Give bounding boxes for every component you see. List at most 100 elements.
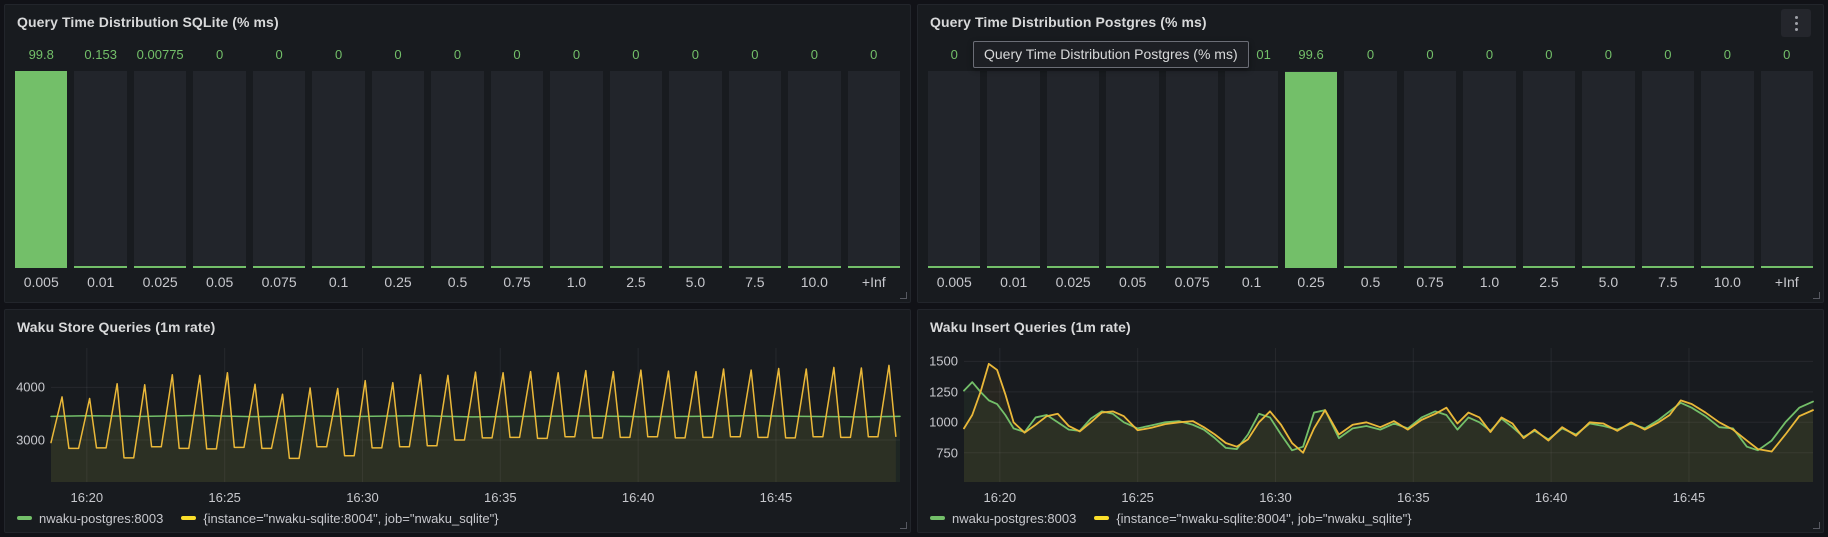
bar-fill <box>253 266 305 268</box>
bar-fill <box>1701 266 1753 268</box>
bar-track[interactable] <box>1225 71 1277 268</box>
bar-x-label: 7.5 <box>729 268 781 292</box>
bar-track[interactable] <box>253 71 305 268</box>
insert-plot-area[interactable] <box>964 348 1813 482</box>
bar-track[interactable] <box>491 71 543 268</box>
bar-x-label: 5.0 <box>669 268 721 292</box>
bar-x-label: +Inf <box>848 268 900 292</box>
bar-x-label: 0.05 <box>1106 268 1158 292</box>
bar-track[interactable] <box>1463 71 1515 268</box>
panel-header: Query Time Distribution Postgres (% ms) <box>918 5 1823 39</box>
legend-item[interactable]: {instance="nwaku-sqlite:8004", job="nwak… <box>181 511 498 526</box>
bar-track[interactable] <box>1106 71 1158 268</box>
insert-timeseries-chart: 16:2016:2516:3016:3516:4016:45 nwaku-pos… <box>918 344 1823 532</box>
bar-track[interactable] <box>550 71 602 268</box>
panel-resize-handle[interactable] <box>1813 522 1820 529</box>
histogram-column: 00.05 <box>193 47 245 292</box>
bar-track[interactable] <box>1523 71 1575 268</box>
histogram-column: 00.5 <box>431 47 483 292</box>
bar-track[interactable] <box>848 71 900 268</box>
bar-x-label: 0.5 <box>431 268 483 292</box>
bar-value-label: 0 <box>1404 47 1456 67</box>
panel-menu-button[interactable] <box>1781 9 1811 37</box>
bar-fill <box>1106 266 1158 268</box>
bar-track[interactable] <box>1047 71 1099 268</box>
bar-fill <box>987 266 1039 268</box>
kebab-menu-icon <box>1795 16 1798 31</box>
bar-track[interactable] <box>1285 71 1337 268</box>
bar-x-label: 7.5 <box>1642 268 1694 292</box>
panel-title-insert[interactable]: Waku Insert Queries (1m rate) <box>930 319 1131 335</box>
bar-track[interactable] <box>134 71 186 268</box>
bar-fill <box>1404 266 1456 268</box>
panel-resize-handle[interactable] <box>900 522 907 529</box>
bar-track[interactable] <box>788 71 840 268</box>
bar-fill <box>550 266 602 268</box>
bar-fill <box>729 266 781 268</box>
bar-value-label: 0 <box>550 47 602 67</box>
bar-value-label: 0 <box>1344 47 1396 67</box>
panel-title-sqlite[interactable]: Query Time Distribution SQLite (% ms) <box>17 14 279 30</box>
panel-resize-handle[interactable] <box>900 292 907 299</box>
bar-track[interactable] <box>1761 71 1813 268</box>
bar-track[interactable] <box>312 71 364 268</box>
bar-x-label: +Inf <box>1761 268 1813 292</box>
store-plot-area[interactable] <box>51 348 900 482</box>
store-timeseries-chart: 16:2016:2516:3016:3516:4016:45 nwaku-pos… <box>5 344 910 532</box>
bar-fill <box>928 266 980 268</box>
x-axis-label: 16:25 <box>1121 490 1154 505</box>
y-axis-label: 1250 <box>929 384 958 399</box>
bar-track[interactable] <box>15 71 67 268</box>
bar-track[interactable] <box>372 71 424 268</box>
legend-item[interactable]: {instance="nwaku-sqlite:8004", job="nwak… <box>1094 511 1411 526</box>
bar-track[interactable] <box>669 71 721 268</box>
legend-series-dash-icon <box>17 516 32 520</box>
bar-track[interactable] <box>1701 71 1753 268</box>
histogram-column: 00.075 <box>253 47 305 292</box>
bar-fill <box>312 266 364 268</box>
bar-track[interactable] <box>729 71 781 268</box>
x-axis-label: 16:30 <box>1259 490 1292 505</box>
bar-x-label: 0.025 <box>1047 268 1099 292</box>
x-axis-label: 16:45 <box>760 490 793 505</box>
bar-track[interactable] <box>1404 71 1456 268</box>
panel-header: Waku Insert Queries (1m rate) <box>918 310 1823 344</box>
bar-track[interactable] <box>1582 71 1634 268</box>
panel-title-postgres[interactable]: Query Time Distribution Postgres (% ms) <box>930 14 1207 30</box>
bar-x-label: 0.075 <box>1166 268 1218 292</box>
bar-track[interactable] <box>193 71 245 268</box>
bar-track[interactable] <box>1166 71 1218 268</box>
histogram-column: 00.25 <box>372 47 424 292</box>
bar-value-label: 0 <box>669 47 721 67</box>
bar-fill <box>1047 266 1099 268</box>
histogram-column: 010.0 <box>1701 47 1753 292</box>
bar-track[interactable] <box>74 71 126 268</box>
bar-track[interactable] <box>987 71 1039 268</box>
panel-title-store[interactable]: Waku Store Queries (1m rate) <box>17 319 215 335</box>
bar-track[interactable] <box>610 71 662 268</box>
panel-resize-handle[interactable] <box>1813 292 1820 299</box>
bar-x-label: 0.005 <box>928 268 980 292</box>
histogram-column: 0.075 <box>1166 47 1218 292</box>
histogram-column: 00.75 <box>1404 47 1456 292</box>
legend-item[interactable]: nwaku-postgres:8003 <box>930 511 1076 526</box>
histogram-column: 00.5 <box>1344 47 1396 292</box>
bar-x-label: 1.0 <box>550 268 602 292</box>
bar-track[interactable] <box>1642 71 1694 268</box>
histogram-column: 05.0 <box>669 47 721 292</box>
bar-x-label: 0.75 <box>1404 268 1456 292</box>
bar-fill <box>1225 266 1277 268</box>
x-axis-label: 16:40 <box>622 490 655 505</box>
bar-value-label: 0 <box>788 47 840 67</box>
bar-value-label: 0 <box>729 47 781 67</box>
histogram-column: 01.0 <box>1463 47 1515 292</box>
legend-item[interactable]: nwaku-postgres:8003 <box>17 511 163 526</box>
histogram-column: 05.0 <box>1582 47 1634 292</box>
bar-track[interactable] <box>928 71 980 268</box>
bar-track[interactable] <box>1344 71 1396 268</box>
bar-track[interactable] <box>431 71 483 268</box>
x-axis-label: 16:20 <box>984 490 1017 505</box>
histogram-column: 0.1530.01 <box>74 47 126 292</box>
bar-fill <box>1166 266 1218 268</box>
x-axis-label: 16:45 <box>1673 490 1706 505</box>
